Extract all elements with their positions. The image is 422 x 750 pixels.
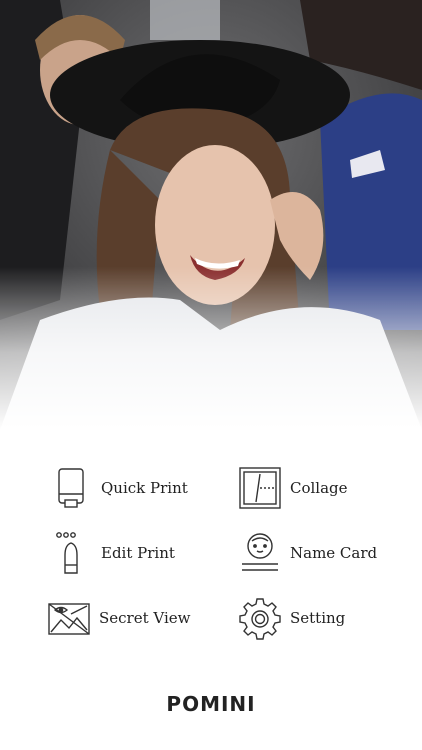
collage-icon — [238, 466, 282, 510]
hero-fade-overlay — [0, 0, 422, 430]
menu-item-label: Edit Print — [101, 544, 175, 562]
secret-view-icon — [47, 596, 91, 640]
menu-item-setting[interactable]: Setting — [238, 596, 345, 640]
menu-item-label: Setting — [290, 609, 346, 627]
brand-logo: POMINI — [166, 692, 256, 716]
menu-item-secret-view[interactable]: Secret View — [47, 596, 190, 640]
menu-item-edit-print[interactable]: Edit Print — [49, 531, 175, 575]
printer-icon — [49, 466, 93, 510]
menu-item-collage[interactable]: Collage — [238, 466, 348, 510]
edit-pen-icon — [49, 531, 93, 575]
menu-item-label: Secret View — [99, 609, 191, 627]
menu-item-quick-print[interactable]: Quick Print — [49, 466, 188, 510]
hero-photo — [0, 0, 422, 430]
menu-item-label: Collage — [290, 479, 348, 497]
menu-item-label: Name Card — [290, 544, 378, 562]
gear-icon — [238, 596, 282, 640]
menu-item-label: Quick Print — [101, 479, 188, 497]
name-card-icon — [238, 531, 282, 575]
menu-item-name-card[interactable]: Name Card — [238, 531, 377, 575]
